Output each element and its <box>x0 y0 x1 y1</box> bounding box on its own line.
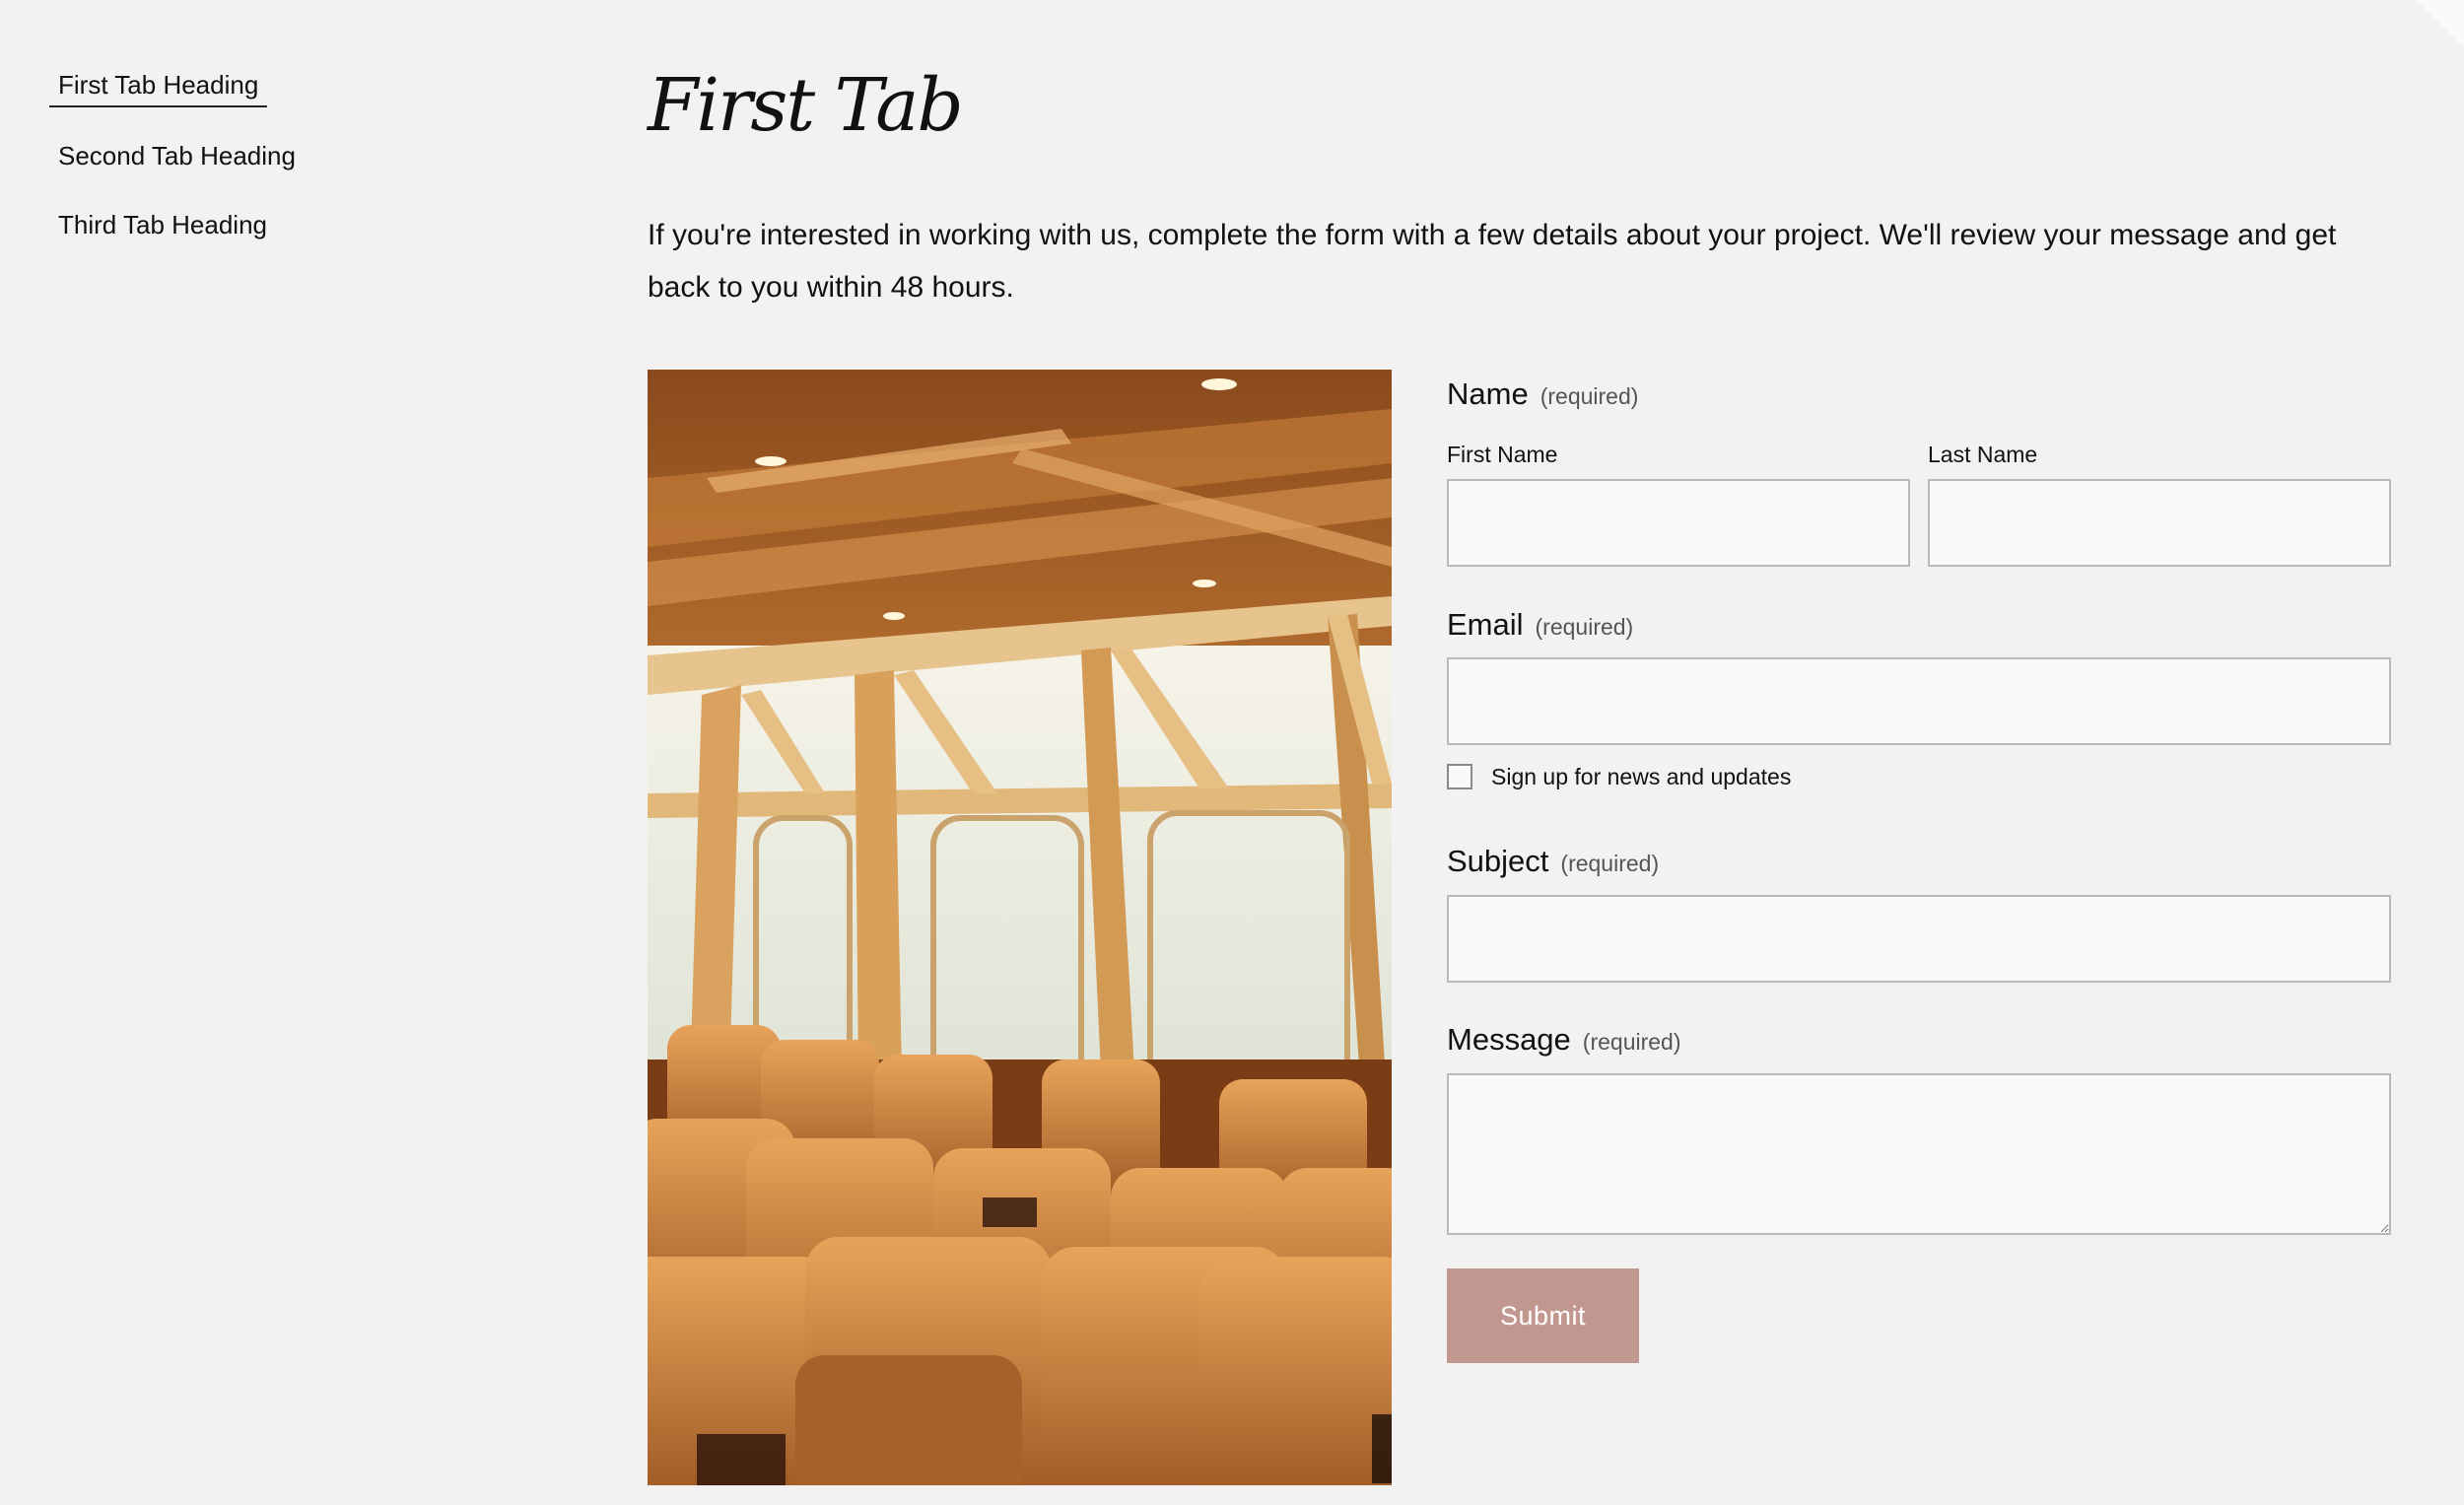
page-title: First Tab <box>648 63 964 148</box>
last-name-input[interactable] <box>1928 479 2391 567</box>
name-label: Name (required) <box>1447 375 1638 416</box>
subject-label-text: Subject <box>1447 844 1549 878</box>
cabin-photo <box>648 370 1392 1485</box>
subject-label: Subject (required) <box>1447 842 1659 883</box>
email-label: Email (required) <box>1447 605 1633 647</box>
tab-first[interactable]: First Tab Heading <box>49 65 268 107</box>
subject-required: (required) <box>1560 851 1660 876</box>
email-required: (required) <box>1535 614 1634 640</box>
email-input[interactable] <box>1447 657 2391 745</box>
first-name-label: First Name <box>1447 442 1558 467</box>
first-name-input[interactable] <box>1447 479 1910 567</box>
tab-third[interactable]: Third Tab Heading <box>49 205 276 245</box>
tab-second[interactable]: Second Tab Heading <box>49 136 305 176</box>
submit-button[interactable]: Submit <box>1447 1268 1639 1363</box>
name-required: (required) <box>1540 383 1639 409</box>
message-required: (required) <box>1582 1029 1681 1055</box>
message-label: Message (required) <box>1447 1020 1681 1061</box>
last-name-label: Last Name <box>1928 442 2038 467</box>
newsletter-label: Sign up for news and updates <box>1491 764 1792 789</box>
tab-list: First Tab Heading Second Tab Heading Thi… <box>49 65 404 274</box>
name-label-text: Name <box>1447 376 1529 411</box>
email-label-text: Email <box>1447 607 1524 642</box>
subject-input[interactable] <box>1447 895 2391 983</box>
page: First Tab Heading Second Tab Heading Thi… <box>0 0 2464 1505</box>
intro-text: If you're interested in working with us,… <box>648 219 2337 304</box>
newsletter-checkbox[interactable] <box>1447 764 1472 789</box>
page-corner-fold <box>2417 0 2464 47</box>
message-textarea[interactable] <box>1447 1073 2391 1235</box>
message-label-text: Message <box>1447 1022 1571 1057</box>
